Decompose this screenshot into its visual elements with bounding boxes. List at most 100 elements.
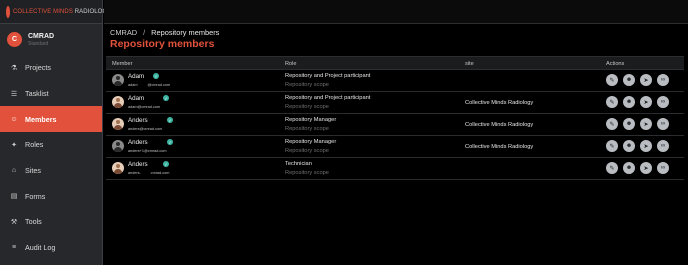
sidebar-item-tasklist[interactable]: ☰ Tasklist xyxy=(0,81,102,107)
avatar-head xyxy=(116,142,120,146)
header-site[interactable]: site xyxy=(465,61,474,67)
edit-icon[interactable]: ✎ xyxy=(606,96,618,108)
profile-subtitle: Standard xyxy=(28,40,49,47)
link-icon[interactable]: ∞ xyxy=(657,74,669,86)
tasklist-icon: ☰ xyxy=(10,90,18,98)
avatar-body xyxy=(114,169,122,174)
forms-icon: ▤ xyxy=(10,193,18,201)
member-email: adam@cmrad.com xyxy=(128,105,170,109)
sites-icon: ⌂ xyxy=(11,167,17,175)
sidebar-item-members[interactable]: ☺ Members xyxy=(0,106,102,133)
user-icon[interactable]: ☻ xyxy=(623,74,635,86)
breadcrumb-separator: / xyxy=(143,28,146,37)
sidebar-item-audit-log[interactable]: ≡ Audit Log xyxy=(0,235,102,261)
verified-icon: ✓ xyxy=(167,117,173,123)
brand-name: COLLECTIVE MINDS RADIOLOGY xyxy=(13,8,112,15)
send-icon[interactable]: ➤ xyxy=(640,74,652,86)
sidebar-item-roles[interactable]: ✦ Roles xyxy=(0,132,102,158)
row-actions: ✎ ☻ ➤ ∞ xyxy=(606,140,669,152)
table-row[interactable]: Anders ✓ anders@cmrad.com Repository Manage… xyxy=(106,114,684,136)
sidebar-item-label: Roles xyxy=(25,140,44,150)
verified-icon: ✓ xyxy=(153,73,159,79)
header-role[interactable]: Role xyxy=(285,61,297,67)
breadcrumb-root[interactable]: CMRAD xyxy=(110,28,137,37)
edit-icon[interactable]: ✎ xyxy=(606,74,618,86)
table-row[interactable]: Adam✓adam@cmrad.comRepository and Projec… xyxy=(106,92,684,114)
profile-name: CMRAD xyxy=(28,32,55,40)
table-row[interactable]: Adam✓adam@cmrad.comRepository and Projec… xyxy=(106,70,684,92)
brand-logo-icon xyxy=(6,5,10,18)
sidebar: COLLECTIVE MINDS RADIOLOGY C CMRAD Stand… xyxy=(0,0,111,265)
member-role: Repository Manager xyxy=(285,139,337,145)
page-title: Repository members xyxy=(110,38,215,50)
member-scope: Repository scope xyxy=(285,82,329,88)
members-table: Member Role site Actions Adam ✓ adam @cmrad… xyxy=(106,56,684,180)
member-email-local: anders+1@cmrad.com xyxy=(128,149,167,153)
edit-icon[interactable]: ✎ xyxy=(606,118,618,130)
member-email: adam@cmrad.com xyxy=(128,83,170,87)
member-site: Collective Minds Radiology xyxy=(465,100,534,106)
sidebar-item-label: Tasklist xyxy=(25,89,49,99)
member-name: Adam xyxy=(128,95,145,102)
sidebar-item-tools[interactable]: ⚒ Tools xyxy=(0,209,102,235)
avatar-body xyxy=(114,147,122,152)
member-role: Technician xyxy=(285,161,312,167)
breadcrumb-current: Repository members xyxy=(151,28,220,37)
member-email-local: anders@cmrad.com xyxy=(128,127,163,131)
member-site: Collective Minds Radiology xyxy=(465,122,534,128)
header-member[interactable]: Member xyxy=(112,61,133,67)
members-icon: ☺ xyxy=(10,115,18,123)
top-bar xyxy=(104,0,688,24)
avatar xyxy=(112,118,124,130)
profile[interactable]: C CMRAD Standard xyxy=(0,26,102,53)
avatar xyxy=(112,74,124,86)
user-icon[interactable]: ☻ xyxy=(623,118,635,130)
send-icon[interactable]: ➤ xyxy=(640,162,652,174)
sidebar-item-label: Projects xyxy=(25,63,51,73)
link-icon[interactable]: ∞ xyxy=(657,118,669,130)
send-icon[interactable]: ➤ xyxy=(640,140,652,152)
member-email-local: anders. xyxy=(128,171,141,175)
table-row[interactable]: Anders ✓ anders+1@cmrad.com Repository Mana… xyxy=(106,136,684,158)
avatar-body xyxy=(114,81,122,86)
sidebar-item-label: Audit Log xyxy=(25,243,56,253)
link-icon[interactable]: ∞ xyxy=(657,96,669,108)
send-icon[interactable]: ➤ xyxy=(640,96,652,108)
table-body: Adam ✓ adam @cmrad.com Repository and Projec… xyxy=(106,70,684,180)
breadcrumb: CMRAD / Repository members xyxy=(110,28,219,37)
edit-icon[interactable]: ✎ xyxy=(606,140,618,152)
user-icon[interactable]: ☻ xyxy=(623,140,635,152)
member-name: Anders xyxy=(128,139,148,146)
row-actions: ✎ ☻ ➤ ∞ xyxy=(606,96,669,108)
sidebar-item-sites[interactable]: ⌂ Sites xyxy=(0,158,102,184)
avatar-head xyxy=(116,120,120,124)
user-icon[interactable]: ☻ xyxy=(623,96,635,108)
link-icon[interactable]: ∞ xyxy=(657,162,669,174)
user-icon[interactable]: ☻ xyxy=(623,162,635,174)
tools-icon: ⚒ xyxy=(10,218,18,226)
row-actions: ✎ ☻ ➤ ∞ xyxy=(606,74,669,86)
member-email: anders@cmrad.com xyxy=(128,127,172,131)
member-scope: Repository scope xyxy=(285,170,329,176)
profile-avatar: C xyxy=(7,32,22,47)
avatar xyxy=(112,162,124,174)
send-icon[interactable]: ➤ xyxy=(640,118,652,130)
avatar xyxy=(112,96,124,108)
sidebar-item-projects[interactable]: ⚗ Projects xyxy=(0,55,102,81)
sidebar-item-forms[interactable]: ▤ Forms xyxy=(0,183,102,209)
table-row[interactable]: Anders ✓ anders. cmrad.com Technician Reposit… xyxy=(106,158,684,180)
member-name: Anders xyxy=(128,117,148,124)
member-email-local: adam xyxy=(128,83,138,87)
member-email: anders. cmrad.com xyxy=(128,171,169,175)
member-site: Collective Minds Radiology xyxy=(465,144,534,150)
link-icon[interactable]: ∞ xyxy=(657,140,669,152)
avatar-head xyxy=(116,164,120,168)
table-header: Member Role site Actions xyxy=(106,56,684,70)
sidebar-item-label: Forms xyxy=(25,191,46,201)
avatar-head xyxy=(116,76,120,80)
edit-icon[interactable]: ✎ xyxy=(606,162,618,174)
member-name: Anders xyxy=(128,161,148,168)
header-actions: Actions xyxy=(606,61,625,67)
member-name: Adam xyxy=(128,73,145,80)
member-scope: Repository scope xyxy=(285,148,329,154)
